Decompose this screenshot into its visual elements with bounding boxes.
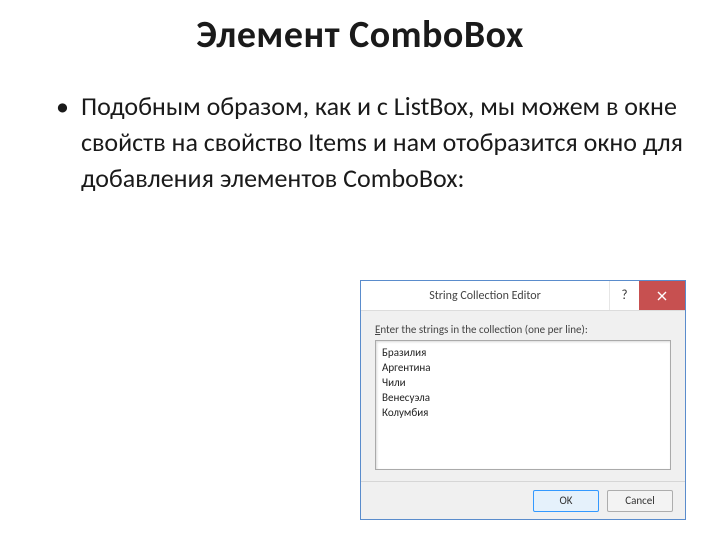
slide: Элемент ComboBox • Подобным образом, как… [0,12,720,540]
collection-line: Чили [382,375,664,390]
collection-line: Аргентина [382,360,664,375]
collection-textarea[interactable]: Бразилия Аргентина Чили Венесуэла Колумб… [375,340,671,470]
hint-rest: nter the strings in the collection (one … [380,323,587,336]
dialog-title: String Collection Editor [361,281,609,310]
string-collection-editor-dialog: String Collection Editor ? Enter the str… [360,280,686,520]
collection-line: Бразилия [382,345,664,360]
slide-body: • Подобным образом, как и с ListBox, мы … [0,88,720,196]
dialog-body: Enter the strings in the collection (one… [361,311,685,474]
collection-line: Венесуэла [382,390,664,405]
cancel-button[interactable]: Cancel [607,490,673,512]
bullet-text: Подобным образом, как и с ListBox, мы мо… [81,88,688,196]
close-button[interactable] [639,281,685,310]
bullet-item: • Подобным образом, как и с ListBox, мы … [56,88,688,196]
collection-line: Колумбия [382,405,664,420]
dialog-hint: Enter the strings in the collection (one… [375,323,671,336]
ok-button[interactable]: OK [533,490,599,512]
dialog-footer: OK Cancel [361,481,685,519]
slide-title: Элемент ComboBox [0,12,720,58]
bullet-dot: • [56,88,69,124]
help-button[interactable]: ? [609,281,639,310]
dialog-titlebar[interactable]: String Collection Editor ? [361,281,685,311]
close-icon [657,291,667,301]
